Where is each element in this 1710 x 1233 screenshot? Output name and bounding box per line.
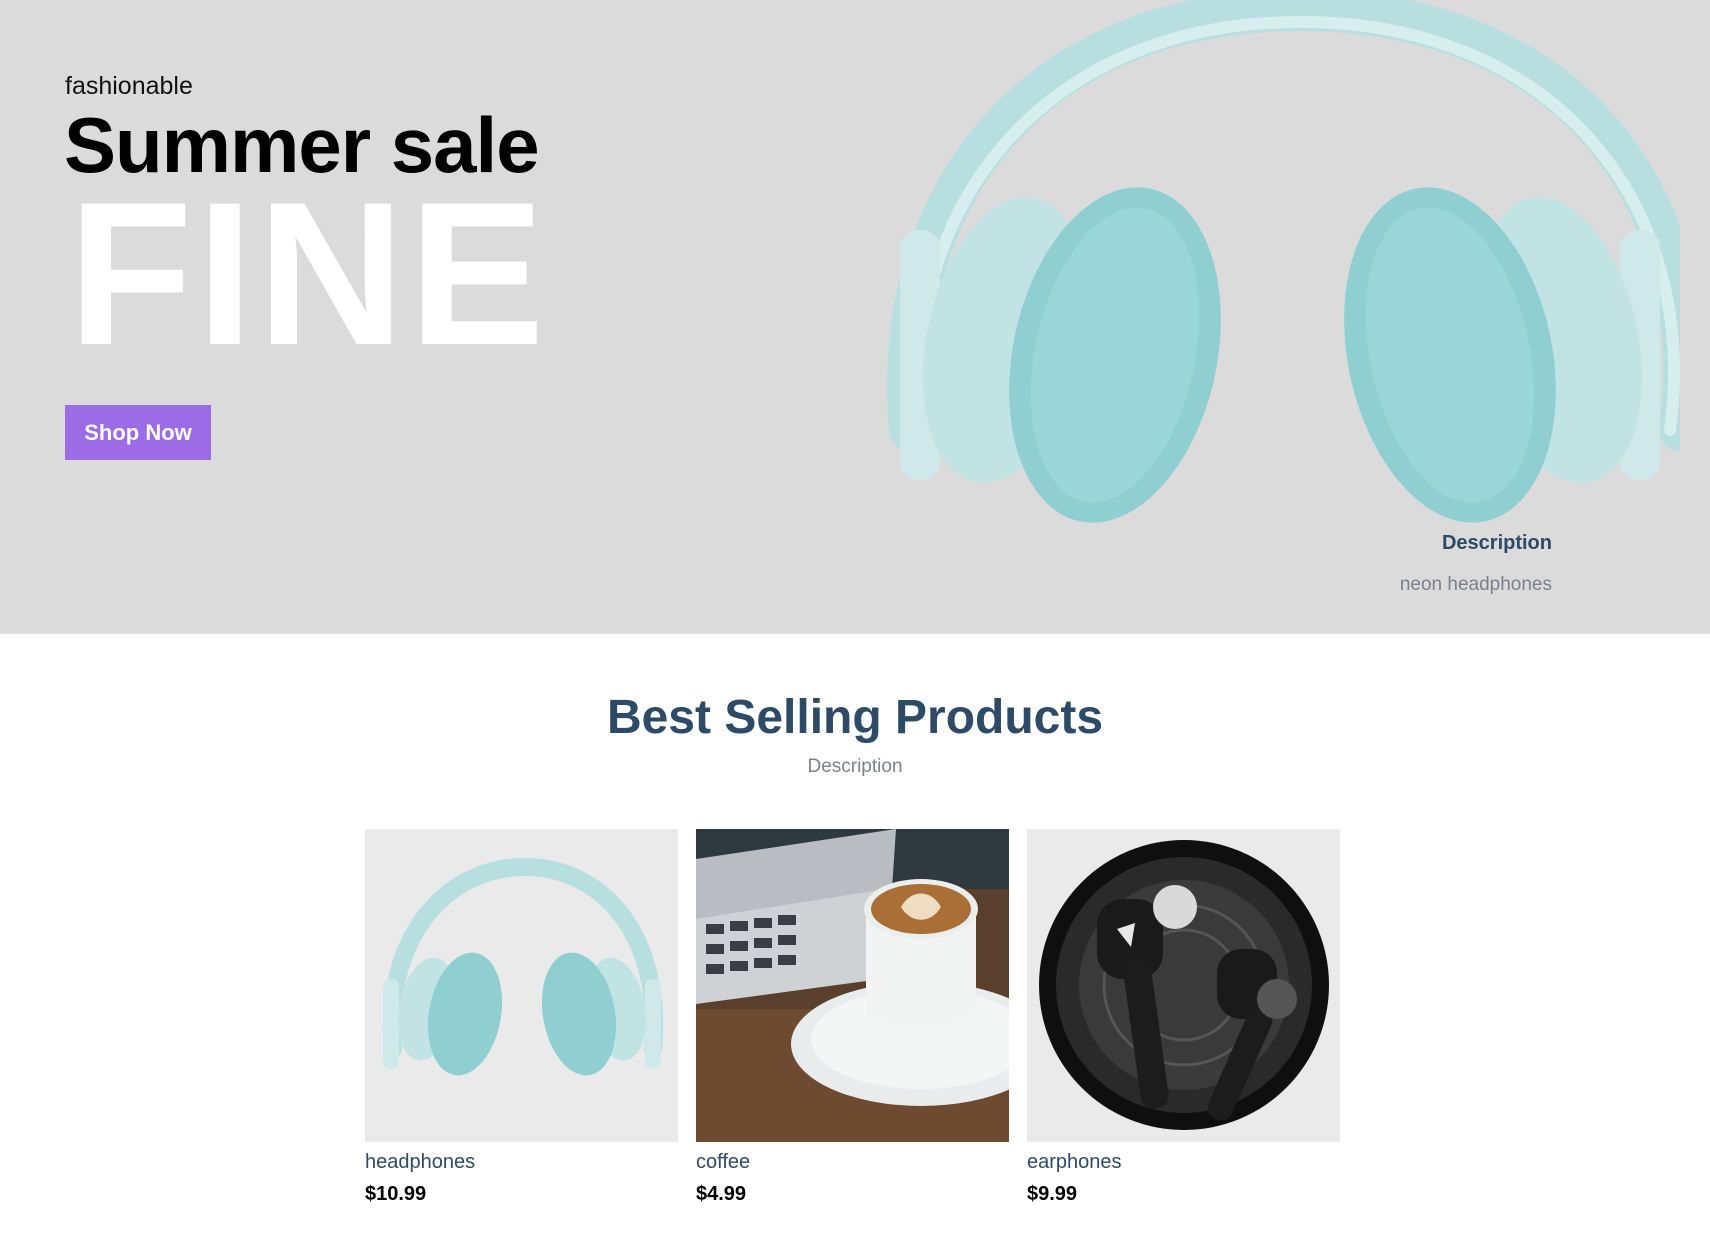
hero-description-text: neon headphones xyxy=(1399,574,1552,595)
product-price: $10.99 xyxy=(365,1183,427,1205)
best-selling-subtitle: Description xyxy=(807,756,903,777)
product-image[interactable] xyxy=(365,829,678,1142)
headphones-image xyxy=(887,0,1680,523)
product-card-coffee[interactable]: coffee $4.99 xyxy=(696,829,1009,1206)
hero-eyebrow: fashionable xyxy=(65,72,193,100)
coffee-laptop-image xyxy=(696,829,1009,1142)
product-price: $4.99 xyxy=(696,1183,747,1205)
hero-description-label: Description xyxy=(1441,532,1552,554)
product-card-headphones[interactable]: headphones $10.99 xyxy=(365,829,678,1206)
hero-banner: fashionable Summer sale FINE Shop Now De… xyxy=(0,0,1710,634)
hero-big-word: FINE xyxy=(68,160,549,388)
best-selling-title: Best Selling Products xyxy=(606,691,1104,744)
shop-now-button[interactable]: Shop Now xyxy=(65,405,211,460)
product-image[interactable] xyxy=(696,829,1009,1142)
product-name[interactable]: earphones xyxy=(1027,1151,1340,1174)
product-image[interactable] xyxy=(1027,829,1340,1142)
earbuds-image xyxy=(1039,840,1329,1130)
product-name[interactable]: coffee xyxy=(696,1151,1009,1174)
product-price: $9.99 xyxy=(1027,1183,1078,1205)
product-name[interactable]: headphones xyxy=(365,1151,678,1174)
headphones-image xyxy=(382,857,664,1076)
product-card-earphones[interactable]: earphones $9.99 xyxy=(1027,829,1340,1206)
